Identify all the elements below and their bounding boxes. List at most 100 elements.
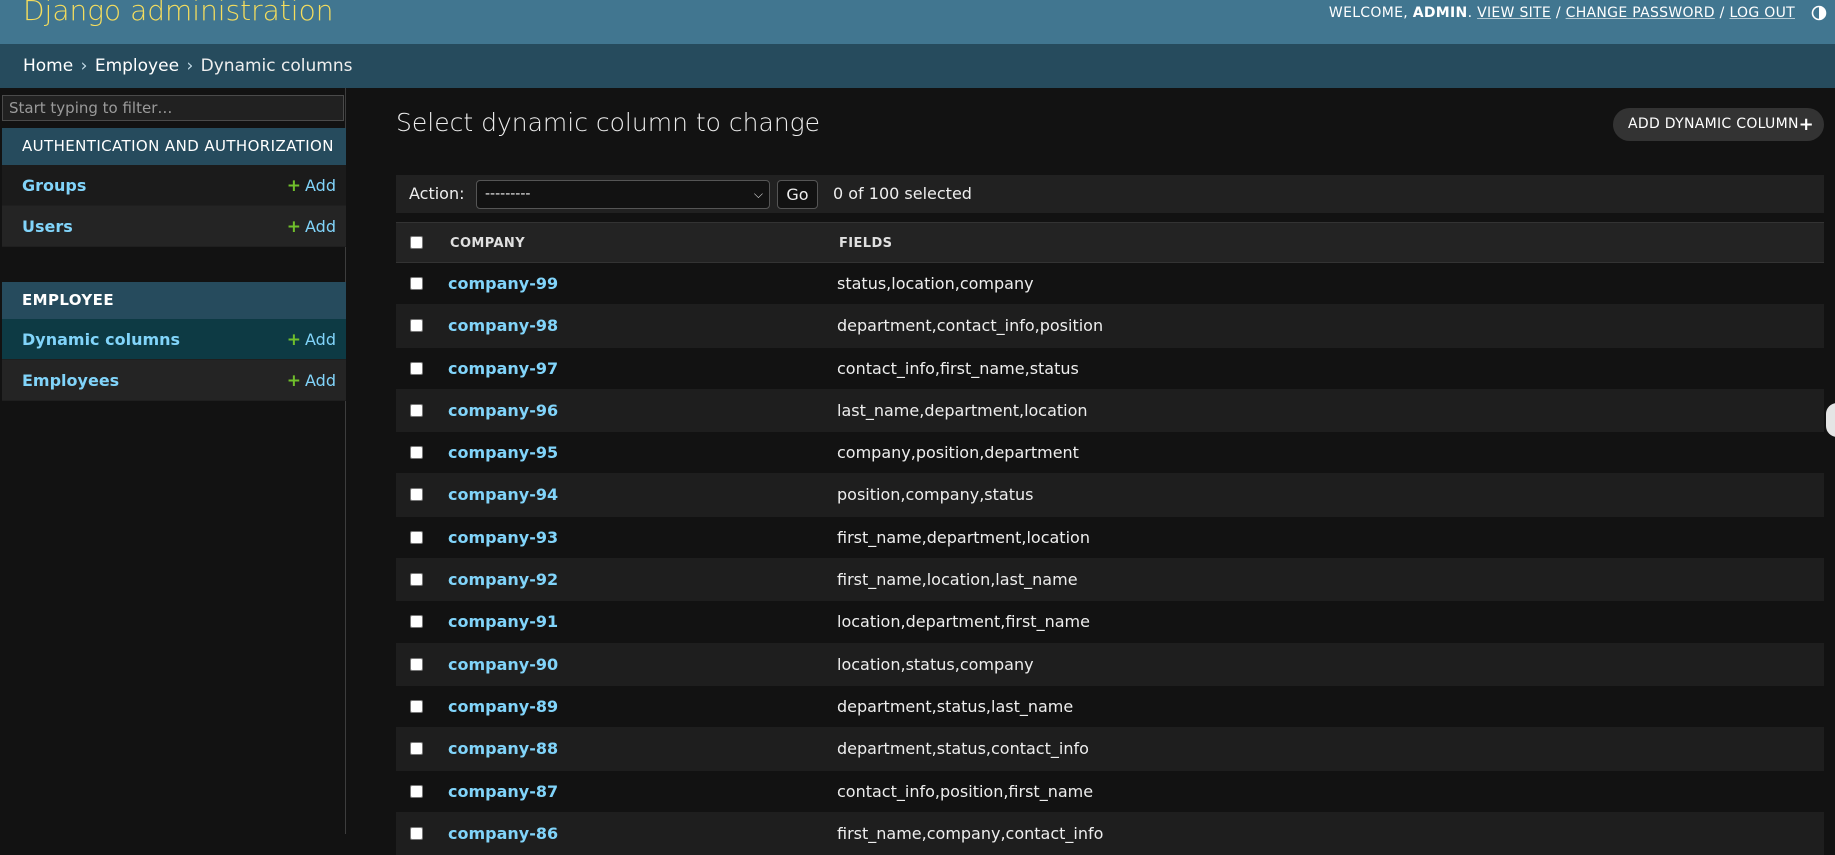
row-checkbox[interactable] bbox=[410, 530, 423, 544]
users-link[interactable]: Users bbox=[22, 206, 73, 247]
row-checkbox[interactable] bbox=[410, 361, 423, 375]
sidebar-item-groups: Groups + Add bbox=[2, 165, 346, 206]
row-checkbox[interactable] bbox=[410, 657, 423, 671]
plus-icon: + bbox=[286, 371, 302, 391]
add-label: Add bbox=[305, 371, 336, 390]
employees-link[interactable]: Employees bbox=[22, 360, 119, 401]
selection-counter: 0 of 100 selected bbox=[833, 184, 972, 203]
add-label: Add bbox=[305, 330, 336, 349]
table-row: company-93 first_name,department,location bbox=[396, 516, 1824, 560]
row-checkbox[interactable] bbox=[410, 826, 423, 840]
app-caption-employee[interactable]: EMPLOYEE bbox=[2, 282, 346, 319]
plus-icon: + bbox=[286, 217, 302, 237]
row-checkbox[interactable] bbox=[410, 277, 423, 290]
select-all-checkbox[interactable] bbox=[410, 236, 423, 249]
row-checkbox[interactable] bbox=[410, 615, 423, 629]
company-link[interactable]: company-93 bbox=[448, 517, 558, 559]
header: Django administration WELCOME, ADMIN. VI… bbox=[0, 0, 1835, 44]
table-row: company-94 position,company,status bbox=[396, 474, 1824, 517]
fields-cell: status,location,company bbox=[837, 274, 1034, 293]
plus-icon: + bbox=[286, 176, 302, 196]
add-dynamic-column-button[interactable]: ADD DYNAMIC COLUMN + bbox=[1613, 108, 1824, 141]
sidebar-item-employees: Employees + Add bbox=[2, 360, 346, 401]
company-link[interactable]: company-98 bbox=[448, 305, 558, 347]
fields-cell: company,position,department bbox=[837, 443, 1079, 463]
table-row: company-98 department,contact_info,positi… bbox=[396, 305, 1824, 348]
chevron-down-icon: ⌵ bbox=[753, 187, 763, 201]
breadcrumb-home[interactable]: Home bbox=[23, 56, 73, 76]
theme-toggle-icon[interactable] bbox=[1811, 5, 1827, 21]
fields-cell: contact_info,first_name,status bbox=[837, 358, 1079, 378]
table-header: COMPANY FIELDS bbox=[396, 222, 1824, 263]
site-name[interactable]: Django administration bbox=[23, 0, 333, 27]
row-checkbox[interactable] bbox=[410, 784, 423, 798]
user-tools: WELCOME, ADMIN. VIEW SITE / CHANGE PASSW… bbox=[1328, 5, 1795, 21]
company-link[interactable]: company-94 bbox=[448, 474, 558, 516]
fields-cell: first_name,department,location bbox=[837, 527, 1090, 547]
table-row: company-96 last_name,department,location bbox=[396, 389, 1824, 433]
fields-cell: location,department,first_name bbox=[837, 612, 1090, 632]
fields-cell: last_name,department,location bbox=[837, 400, 1088, 420]
sidebar-toggle-handle[interactable] bbox=[1826, 403, 1835, 437]
results-table: COMPANY FIELDS company-99 status,location… bbox=[396, 222, 1824, 855]
company-link[interactable]: company-89 bbox=[448, 686, 558, 728]
row-checkbox[interactable] bbox=[410, 403, 423, 417]
company-link[interactable]: company-91 bbox=[448, 601, 558, 643]
table-row: company-87 contact_info,position,first_na… bbox=[396, 770, 1824, 813]
log-out-link[interactable]: LOG OUT bbox=[1729, 5, 1795, 21]
table-row: company-91 location,department,first_name bbox=[396, 601, 1824, 644]
row-checkbox[interactable] bbox=[410, 319, 423, 333]
row-checkbox[interactable] bbox=[410, 699, 423, 713]
fields-cell: department,contact_info,position bbox=[837, 316, 1104, 336]
table-row: company-89 department,status,last_name bbox=[396, 685, 1824, 729]
row-checkbox[interactable] bbox=[410, 573, 423, 587]
row-checkbox[interactable] bbox=[410, 488, 423, 502]
column-header-company[interactable]: COMPANY bbox=[450, 223, 525, 264]
table-row: company-97 contact_info,first_name,status bbox=[396, 347, 1824, 390]
nav-filter-input[interactable] bbox=[2, 95, 344, 121]
column-header-fields[interactable]: FIELDS bbox=[839, 223, 892, 264]
add-employee-link[interactable]: + Add bbox=[287, 360, 336, 402]
company-link[interactable]: company-90 bbox=[448, 644, 558, 686]
company-link[interactable]: company-88 bbox=[448, 728, 558, 770]
breadcrumb-employee[interactable]: Employee bbox=[95, 56, 179, 76]
add-label: Add bbox=[305, 176, 336, 195]
company-link[interactable]: company-99 bbox=[448, 263, 558, 305]
row-checkbox[interactable] bbox=[410, 742, 423, 756]
company-link[interactable]: company-96 bbox=[448, 390, 558, 432]
sidebar: AUTHENTICATION AND AUTHORIZATION Groups … bbox=[0, 88, 346, 834]
plus-icon: + bbox=[1798, 114, 1814, 135]
company-link[interactable]: company-87 bbox=[448, 771, 558, 813]
go-button[interactable]: Go bbox=[777, 180, 818, 209]
groups-link[interactable]: Groups bbox=[22, 165, 86, 206]
actions-bar: Action: --------- ⌵ Go 0 of 100 selected bbox=[396, 175, 1824, 213]
view-site-link[interactable]: VIEW SITE bbox=[1477, 5, 1551, 21]
fields-cell: position,company,status bbox=[837, 485, 1034, 505]
fields-cell: contact_info,position,first_name bbox=[837, 781, 1094, 801]
table-row: company-99 status,location,company bbox=[396, 263, 1824, 306]
row-checkbox[interactable] bbox=[410, 446, 423, 460]
plus-icon: + bbox=[286, 330, 302, 350]
username: ADMIN bbox=[1412, 5, 1468, 21]
action-selected-value: --------- bbox=[485, 186, 531, 202]
add-button-label: ADD DYNAMIC COLUMN bbox=[1628, 116, 1799, 132]
action-label: Action: bbox=[409, 184, 465, 203]
company-link[interactable]: company-97 bbox=[448, 348, 558, 390]
breadcrumb-separator: › bbox=[186, 56, 194, 76]
table-row: company-92 first_name,location,last_name bbox=[396, 559, 1824, 602]
company-link[interactable]: company-92 bbox=[448, 559, 558, 601]
action-select[interactable]: --------- ⌵ bbox=[476, 180, 770, 209]
change-password-link[interactable]: CHANGE PASSWORD bbox=[1566, 5, 1715, 21]
app-caption-auth[interactable]: AUTHENTICATION AND AUTHORIZATION bbox=[2, 128, 346, 165]
table-row: company-88 department,status,contact_info bbox=[396, 728, 1824, 771]
fields-cell: location,status,company bbox=[837, 654, 1034, 674]
add-user-link[interactable]: + Add bbox=[287, 206, 336, 248]
breadcrumb-separator: › bbox=[80, 56, 88, 76]
separator: / bbox=[1555, 5, 1561, 21]
company-link[interactable]: company-95 bbox=[448, 432, 558, 474]
dynamic-columns-link[interactable]: Dynamic columns bbox=[22, 319, 180, 360]
sidebar-item-dynamic-columns: Dynamic columns + Add bbox=[2, 319, 346, 360]
table-body: company-99 status,location,company company… bbox=[396, 263, 1824, 855]
add-dynamic-column-link[interactable]: + Add bbox=[287, 319, 336, 361]
add-group-link[interactable]: + Add bbox=[287, 165, 336, 207]
